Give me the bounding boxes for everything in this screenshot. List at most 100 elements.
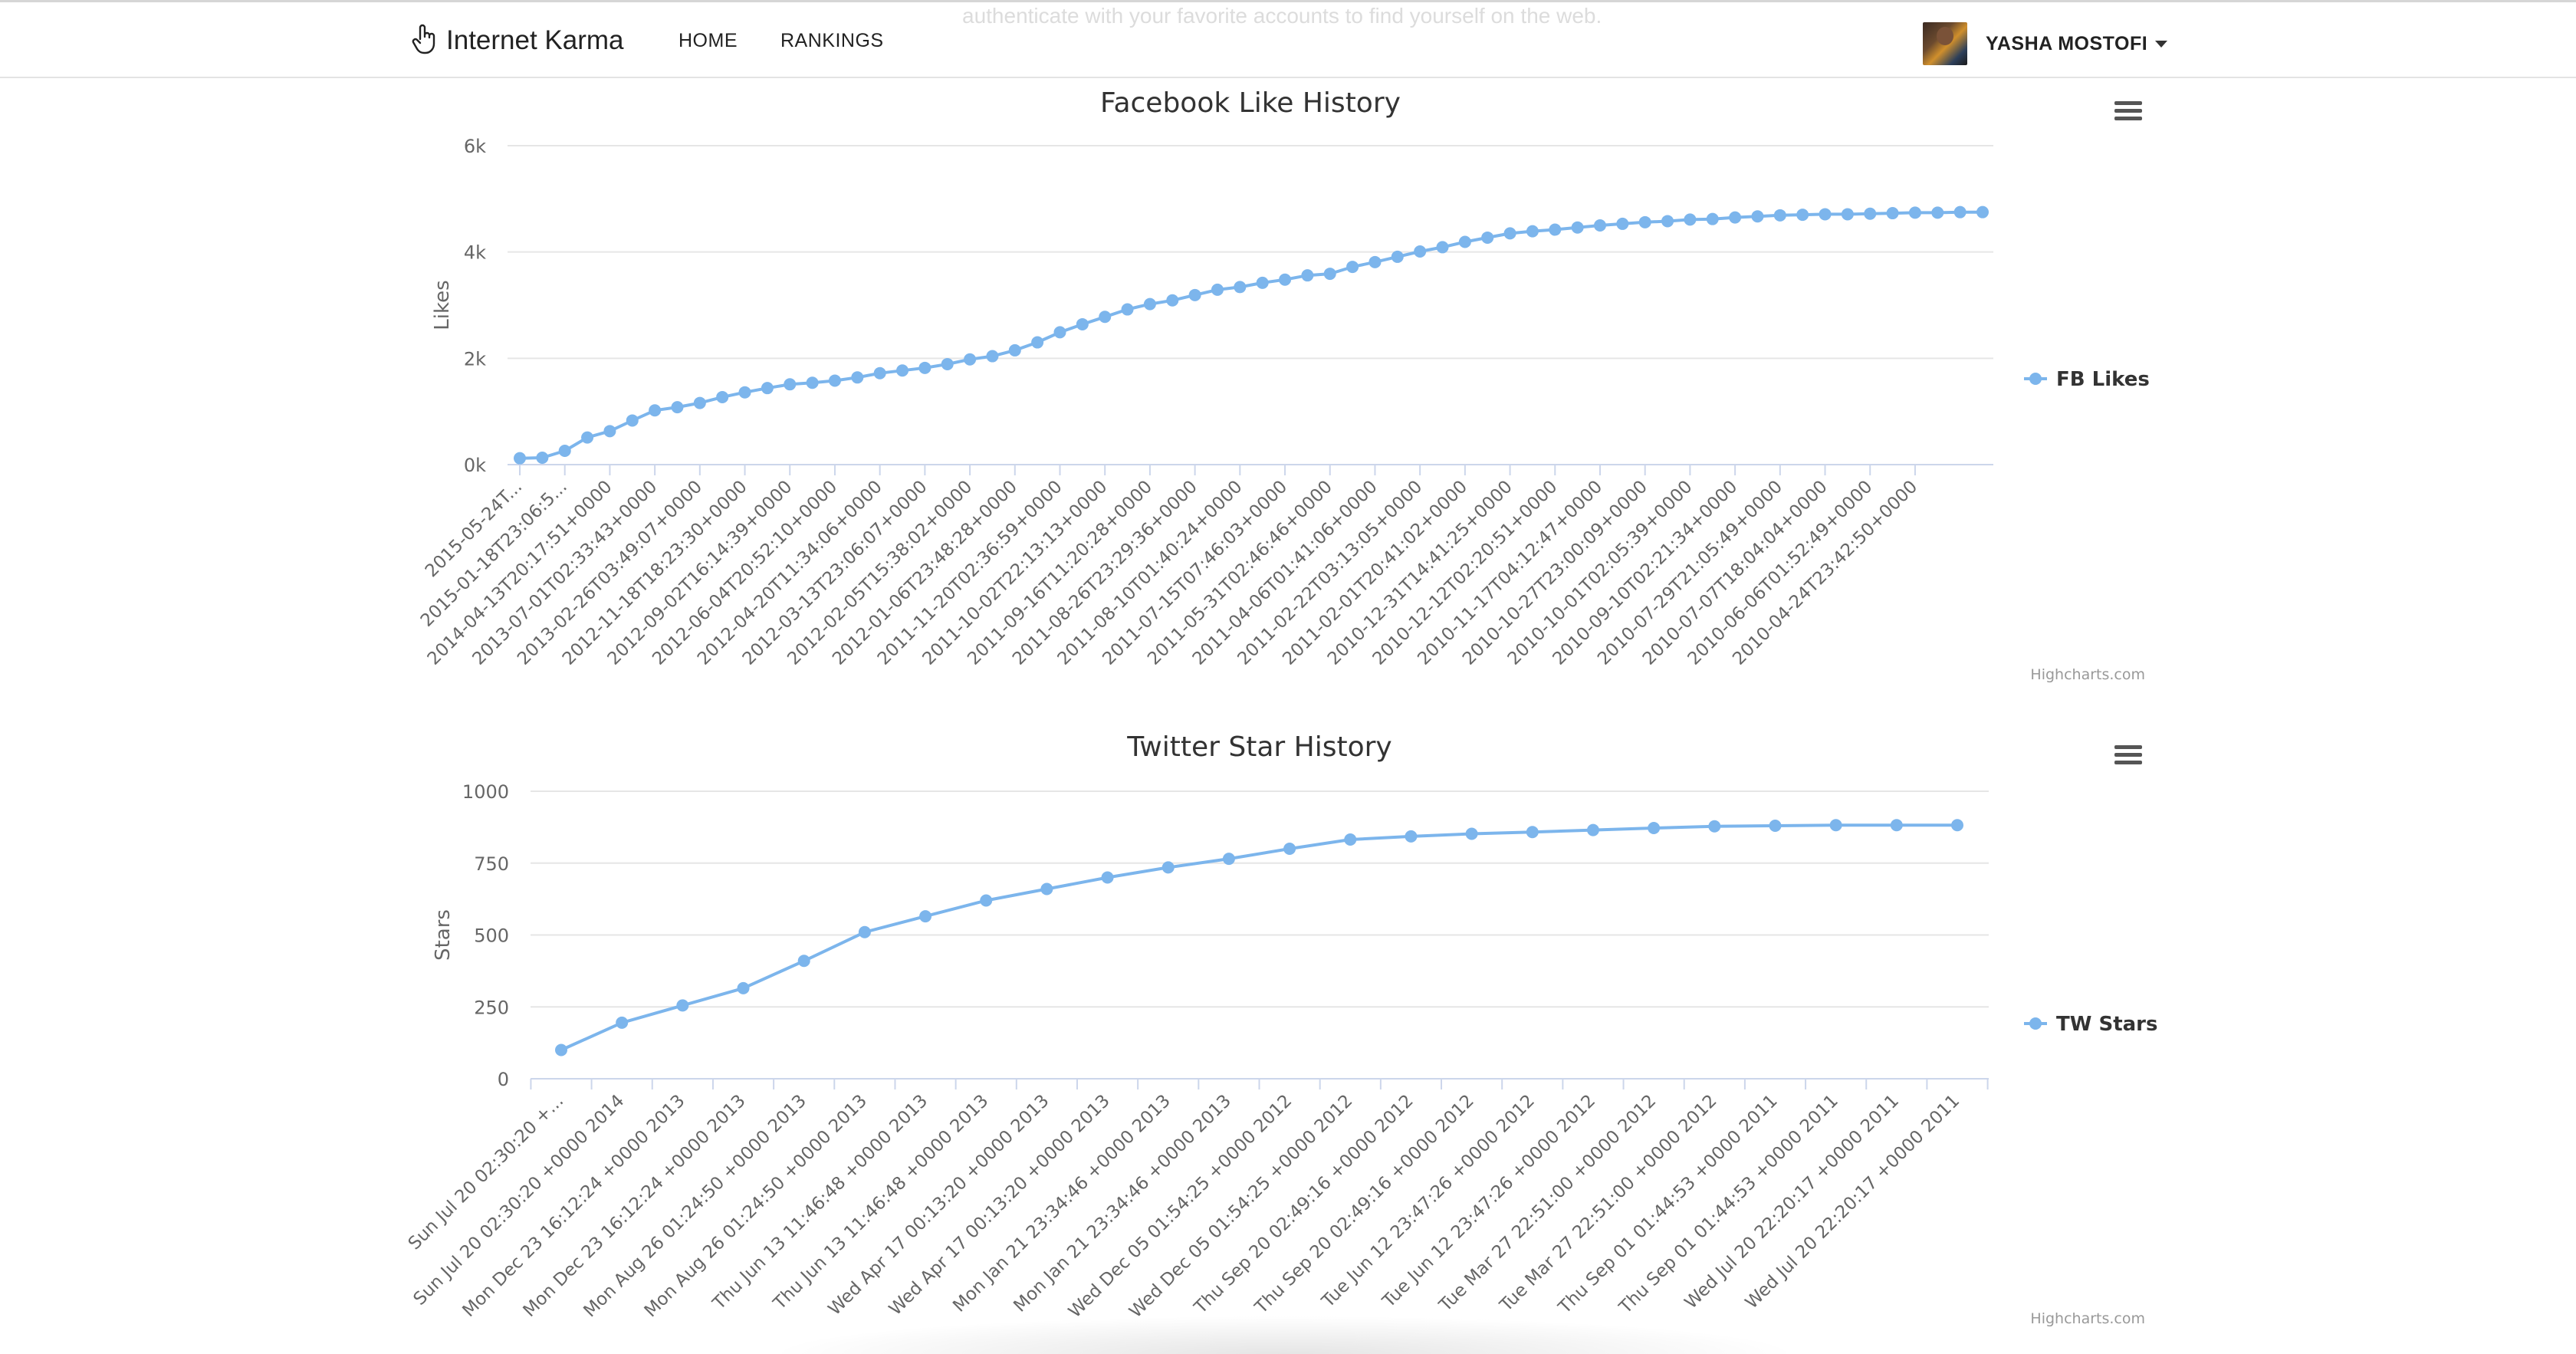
- data-point[interactable]: [1405, 830, 1418, 843]
- data-point[interactable]: [1638, 215, 1651, 228]
- data-point[interactable]: [1819, 208, 1832, 221]
- data-point[interactable]: [1222, 853, 1235, 866]
- data-point[interactable]: [558, 444, 571, 457]
- data-point[interactable]: [1143, 297, 1156, 311]
- data-point[interactable]: [693, 396, 706, 409]
- data-point[interactable]: [1414, 245, 1427, 258]
- data-point[interactable]: [1706, 212, 1719, 225]
- menu-icon[interactable]: [2114, 101, 2142, 120]
- data-point[interactable]: [1526, 225, 1539, 238]
- data-point[interactable]: [737, 981, 750, 994]
- data-point[interactable]: [626, 414, 639, 427]
- data-point[interactable]: [1951, 819, 1963, 832]
- data-point[interactable]: [1829, 819, 1842, 832]
- data-point[interactable]: [536, 451, 549, 464]
- data-point[interactable]: [1368, 255, 1382, 268]
- data-point[interactable]: [1571, 221, 1584, 234]
- data-point[interactable]: [603, 425, 616, 438]
- data-point[interactable]: [797, 955, 810, 968]
- data-point[interactable]: [1465, 827, 1478, 840]
- data-point[interactable]: [1648, 822, 1661, 834]
- data-point[interactable]: [1031, 336, 1044, 349]
- data-point[interactable]: [1166, 294, 1179, 307]
- data-point[interactable]: [1661, 215, 1674, 228]
- data-point[interactable]: [1549, 223, 1562, 236]
- data-point[interactable]: [1283, 843, 1296, 855]
- data-point[interactable]: [784, 378, 797, 391]
- data-point[interactable]: [1729, 211, 1742, 224]
- data-point[interactable]: [828, 374, 841, 387]
- data-point[interactable]: [1121, 303, 1134, 316]
- credits-link[interactable]: Highcharts.com: [2030, 666, 2145, 683]
- legend-item[interactable]: FB Likes: [2024, 368, 2150, 391]
- legend-item[interactable]: TW Stars: [2024, 1013, 2157, 1036]
- data-point[interactable]: [1773, 209, 1786, 222]
- credits-link[interactable]: Highcharts.com: [2030, 1310, 2145, 1327]
- data-point[interactable]: [806, 376, 819, 389]
- menu-icon[interactable]: [2114, 745, 2142, 764]
- data-point[interactable]: [1053, 326, 1066, 339]
- data-point[interactable]: [918, 361, 932, 374]
- data-point[interactable]: [1301, 269, 1314, 282]
- data-point[interactable]: [980, 894, 993, 907]
- data-point[interactable]: [1769, 820, 1782, 832]
- data-point[interactable]: [1931, 206, 1944, 219]
- data-point[interactable]: [1593, 219, 1606, 232]
- data-point[interactable]: [1684, 213, 1697, 226]
- nav-rankings[interactable]: RANKINGS: [780, 30, 884, 52]
- data-point[interactable]: [896, 364, 909, 377]
- data-point[interactable]: [1211, 283, 1224, 296]
- data-point[interactable]: [964, 353, 977, 366]
- data-point[interactable]: [514, 452, 526, 465]
- data-point[interactable]: [1040, 882, 1053, 896]
- data-point[interactable]: [1188, 288, 1201, 301]
- data-point[interactable]: [986, 350, 999, 363]
- data-point[interactable]: [1099, 311, 1112, 324]
- data-point[interactable]: [716, 390, 729, 403]
- data-point[interactable]: [1076, 317, 1089, 330]
- data-point[interactable]: [1162, 861, 1175, 874]
- data-point[interactable]: [1323, 268, 1336, 281]
- data-point[interactable]: [1864, 207, 1877, 220]
- data-point[interactable]: [1458, 235, 1471, 248]
- data-point[interactable]: [1436, 241, 1449, 254]
- data-point[interactable]: [1346, 261, 1359, 274]
- user-menu[interactable]: YASHA MOSTOFI: [1923, 22, 2168, 65]
- data-point[interactable]: [851, 371, 864, 384]
- data-point[interactable]: [1890, 819, 1903, 832]
- data-point[interactable]: [1481, 231, 1494, 244]
- data-point[interactable]: [1953, 205, 1967, 219]
- data-point[interactable]: [1391, 250, 1404, 263]
- data-point[interactable]: [873, 366, 886, 380]
- data-point[interactable]: [858, 925, 871, 938]
- data-point[interactable]: [1344, 833, 1357, 846]
- data-point[interactable]: [676, 999, 689, 1012]
- data-point[interactable]: [1279, 273, 1292, 286]
- data-point[interactable]: [919, 910, 932, 923]
- data-point[interactable]: [1234, 281, 1247, 294]
- data-point[interactable]: [1616, 217, 1629, 230]
- data-point[interactable]: [555, 1043, 567, 1057]
- data-point[interactable]: [738, 386, 751, 399]
- data-point[interactable]: [1586, 823, 1599, 836]
- data-point[interactable]: [1751, 210, 1764, 223]
- data-point[interactable]: [1503, 227, 1516, 240]
- data-point[interactable]: [1256, 276, 1269, 289]
- data-point[interactable]: [1008, 343, 1021, 357]
- data-point[interactable]: [761, 382, 774, 395]
- data-point[interactable]: [581, 431, 594, 444]
- data-point[interactable]: [649, 404, 662, 417]
- data-point[interactable]: [671, 401, 684, 414]
- data-point[interactable]: [1796, 209, 1809, 222]
- nav-home[interactable]: HOME: [678, 30, 738, 52]
- data-point[interactable]: [616, 1016, 629, 1029]
- data-point[interactable]: [1526, 826, 1539, 839]
- brand-link[interactable]: Internet Karma: [411, 24, 624, 58]
- data-point[interactable]: [1976, 205, 1989, 219]
- data-point[interactable]: [1101, 871, 1114, 884]
- data-point[interactable]: [1841, 208, 1854, 221]
- data-point[interactable]: [1886, 207, 1899, 220]
- data-point[interactable]: [941, 357, 954, 370]
- data-point[interactable]: [1908, 206, 1921, 219]
- data-point[interactable]: [1708, 820, 1721, 833]
